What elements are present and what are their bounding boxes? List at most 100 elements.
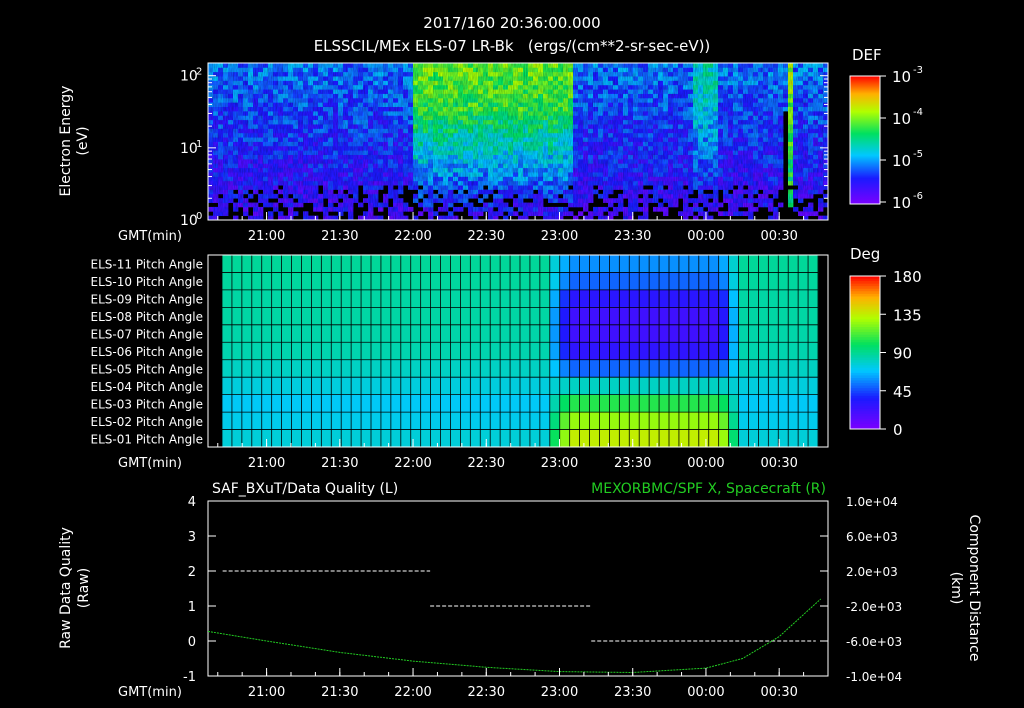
pitch-angle-cell [629,272,640,291]
pitch-angle-cell [380,324,392,343]
pitch-angle-cell [629,394,640,413]
pitch-angle-cell [281,359,292,378]
pitch-angle-cell [341,289,352,308]
pitch-angle-row-label: ELS-01 Pitch Angle [91,432,203,446]
pitch-angle-cell [559,412,570,430]
pitch-angle-cell [351,377,362,395]
pitch-angle-cell [351,272,362,291]
pitch-angle-cell [460,342,471,361]
pitch-angle-cell [450,255,461,273]
pitch-angle-cell [599,272,610,291]
pitch-angle-cell [738,255,749,273]
pitch-angle-cell [778,324,789,343]
pitch-angle-cell [798,255,809,273]
pitch-angle-row-label: ELS-02 Pitch Angle [91,415,203,429]
pitch-angle-cell [549,342,561,361]
pitch-angle-cell [728,342,739,361]
pitch-angle-cell [291,307,302,326]
pitch-angle-cell [569,255,580,273]
pitch-angle-cell [380,359,392,378]
pitch-angle-cell [579,272,590,291]
pitch-angle-cell [599,255,610,273]
pitch-angle-cell [321,272,332,291]
pitch-angle-cell [599,359,610,378]
pitch-angle-cell [281,324,292,343]
pitch-angle-cell [808,359,819,378]
pitch-angle-cell [400,377,412,395]
pitch-angle-cell [331,255,342,273]
pitch-angle-cell [241,359,253,378]
pitch-angle-cell [470,412,481,430]
pitch-angle-cell [758,412,769,430]
pitch-angle-cell [748,307,759,326]
pitch-angle-cell [291,377,302,395]
time-tick-label: 23:30 [614,229,651,244]
pitch-angle-cell [311,342,322,361]
pitch-angle-cell [788,359,799,378]
pitch-angle-cell [231,289,243,308]
pitch-angle-cell [222,359,233,378]
pitch-angle-cell [549,307,561,326]
pitch-angle-cell [669,377,680,395]
pitch-angle-cell [698,307,710,326]
pitch-angle-cell [301,359,312,378]
pitch-angle-cell [371,324,382,343]
pitch-angle-cell [678,359,690,378]
pitch-angle-cell [430,307,441,326]
pitch-angle-cell [321,412,332,430]
pitch-angle-cell [480,255,491,273]
pitch-angle-cell [549,394,561,413]
pitch-angle-cell [500,377,511,395]
pitch-angle-cell [420,342,431,361]
pitch-angle-cell [400,342,412,361]
pitch-angle-cell [500,412,511,430]
pitch-angle-cell [738,377,749,395]
pitch-angle-cell [798,272,809,291]
plot-title: 2017/160 20:36:00.000 [423,14,600,32]
energy-axis-label: Electron Energy(eV) [58,86,91,197]
pitch-angle-cell [649,394,660,413]
pitch-angle-cell [410,255,421,273]
pitch-angle-cell [450,307,461,326]
pitch-angle-cell [480,412,491,430]
pitch-angle-cell [321,342,332,361]
pitch-angle-cell [569,342,580,361]
pitch-angle-cell [281,412,292,430]
pitch-angle-cell [738,429,749,448]
pitch-angle-cell [599,289,610,308]
pitch-angle-cell [798,324,809,343]
pitch-angle-cell [589,307,600,326]
def-tick-label: 10 [892,152,911,170]
pitch-angle-cell [341,377,352,395]
pitch-angle-cell [301,307,312,326]
pitch-angle-cell [291,272,302,291]
pitch-angle-cell [440,342,451,361]
pitch-angle-cell [788,429,799,448]
pitch-angle-cell [490,289,501,308]
pitch-angle-cell [629,412,640,430]
energy-tick-exponent: 0 [196,211,202,222]
pitch-angle-cell [629,324,640,343]
pitch-angle-cell [589,324,600,343]
quicklook-plot: 2017/160 20:36:00.000 ELSSCIL/MEx ELS-07… [58,14,982,700]
pitch-angle-cell [251,342,263,361]
pitch-angle-cell [291,342,302,361]
pitch-angle-cell [629,255,640,273]
time-tick-label: 21:30 [321,229,358,244]
pitch-angle-cell [510,412,521,430]
pitch-angle-cell [549,324,561,343]
pitch-angle-cell [271,377,282,395]
pitch-angle-cell [569,324,580,343]
pitch-angle-cell [678,324,690,343]
pitch-angle-cell [599,394,610,413]
pitch-angle-cell [589,412,600,430]
pitch-angle-cell [321,429,332,448]
pitch-angle-cell [639,307,650,326]
pitch-angle-cell [539,377,551,395]
pitch-angle-cell [361,377,372,395]
pitch-angle-cell [222,255,233,273]
pitch-angle-cell [579,307,590,326]
pitch-angle-cell [470,394,481,413]
pitch-angle-cell [718,377,729,395]
pitch-angle-cell [758,255,769,273]
